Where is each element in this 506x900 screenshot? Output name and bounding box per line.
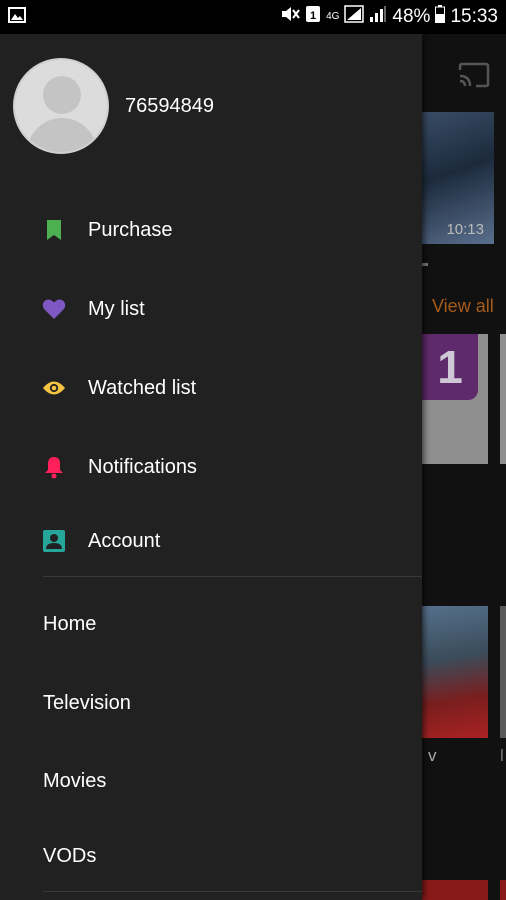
nav-item-vods[interactable]: VODs <box>0 828 422 884</box>
menu-item-label: Notifications <box>88 455 197 478</box>
bookmark-icon <box>42 218 66 242</box>
background-content: 10:13 View all 1 v l <box>422 34 506 900</box>
menu-item-account[interactable]: Account <box>0 513 422 569</box>
account-box-icon <box>42 529 66 553</box>
bell-icon <box>42 455 66 479</box>
nav-item-home[interactable]: Home <box>0 596 422 652</box>
menu-item-label: Purchase <box>88 218 173 241</box>
eye-icon <box>42 376 66 400</box>
video-thumbnail[interactable]: 10:13 <box>422 112 494 244</box>
sim-icon: 1 <box>305 5 321 29</box>
navigation-drawer: 76594849 Purchase My list Watched list N… <box>0 34 422 900</box>
nav-item-label: Movies <box>43 769 107 792</box>
nav-item-movies[interactable]: Movies <box>0 753 422 809</box>
nav-item-label: Home <box>43 612 97 635</box>
battery-icon <box>435 5 446 29</box>
status-bar: 1 4G 48% 15:33 <box>0 0 506 34</box>
gallery-notification-icon <box>8 6 26 28</box>
video-duration: 10:13 <box>446 221 484 238</box>
menu-item-label: My list <box>88 297 145 320</box>
channel-tile[interactable]: 1 <box>422 334 488 464</box>
menu-item-my-list[interactable]: My list <box>0 281 422 337</box>
network-type-icon: 4G <box>326 11 340 22</box>
menu-item-notifications[interactable]: Notifications <box>0 439 422 495</box>
menu-item-purchase[interactable]: Purchase <box>0 202 422 258</box>
divider <box>43 576 422 577</box>
svg-text:1: 1 <box>310 10 316 22</box>
signal-bars-icon <box>369 5 387 29</box>
progress-indicator <box>422 263 428 266</box>
video-thumbnail[interactable] <box>422 880 488 900</box>
menu-item-label: Account <box>88 529 161 552</box>
signal-icon <box>344 5 365 29</box>
clock: 15:33 <box>450 6 498 27</box>
profile-header[interactable]: 76594849 <box>13 58 214 154</box>
username: 76594849 <box>125 94 214 117</box>
heart-icon <box>42 297 66 321</box>
channel-logo: 1 <box>422 334 478 400</box>
avatar[interactable] <box>13 58 109 154</box>
divider <box>43 891 422 892</box>
channel-tile[interactable] <box>500 334 506 464</box>
nav-item-label: Television <box>43 691 131 714</box>
card-label: l <box>500 746 504 765</box>
card-label: v <box>428 746 437 765</box>
menu-item-label: Watched list <box>88 376 197 399</box>
nav-item-television[interactable]: Television <box>0 675 422 731</box>
video-thumbnail[interactable] <box>500 880 506 900</box>
video-thumbnail[interactable] <box>500 606 506 738</box>
menu-item-watched-list[interactable]: Watched list <box>0 360 422 416</box>
battery-percent: 48% <box>392 6 431 27</box>
video-thumbnail[interactable] <box>422 606 488 738</box>
nav-item-label: VODs <box>43 844 97 867</box>
view-all-link[interactable]: View all <box>432 296 494 317</box>
mute-icon <box>280 5 300 29</box>
cast-icon[interactable] <box>458 62 490 93</box>
